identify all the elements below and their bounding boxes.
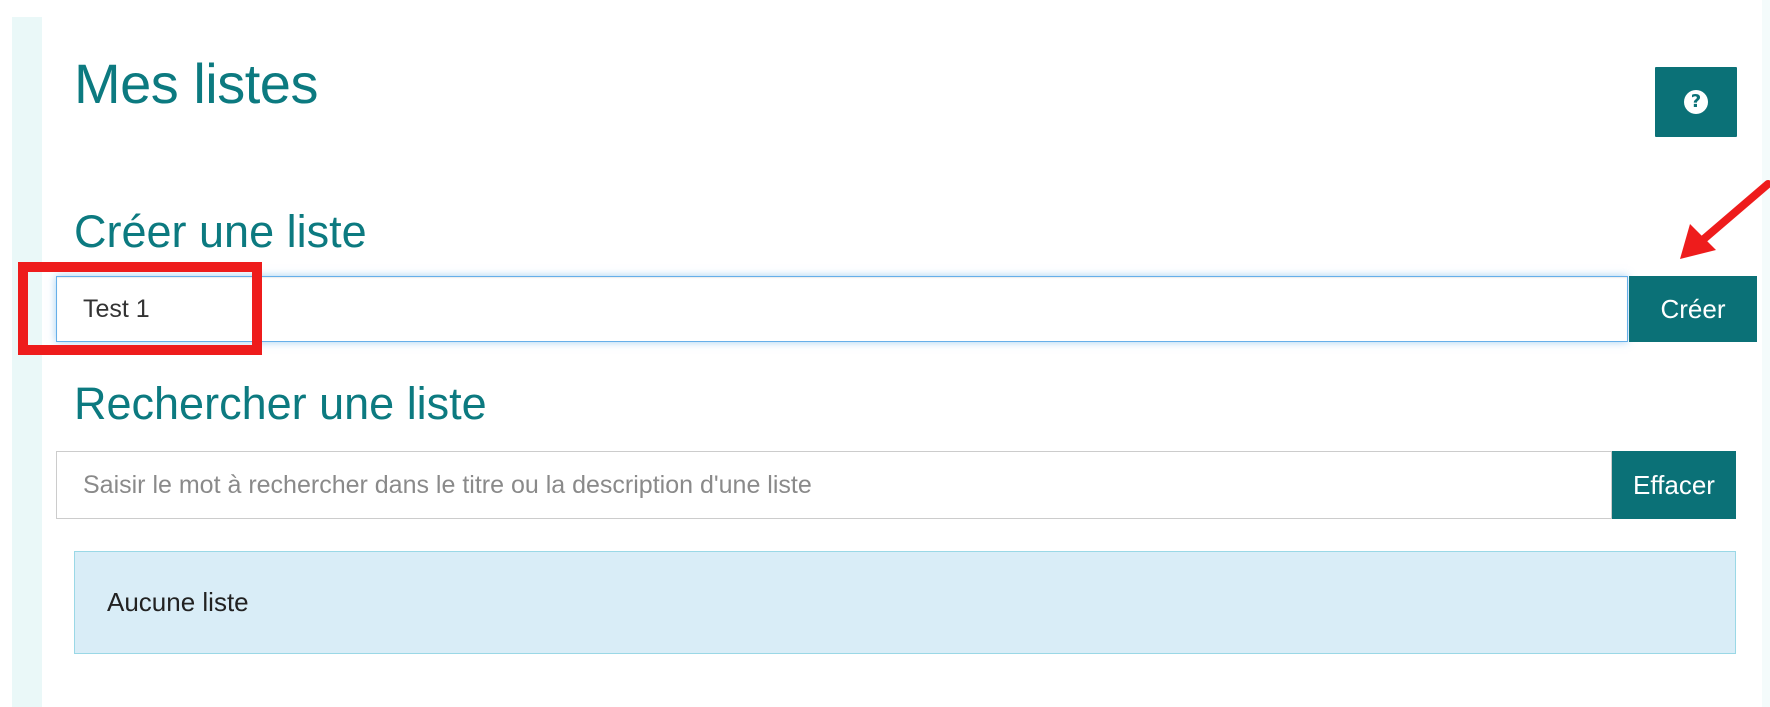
search-list-heading: Rechercher une liste: [74, 378, 487, 429]
page-title: Mes listes: [74, 52, 318, 115]
left-sidebar-strip: [12, 17, 42, 707]
red-arrow-icon: [1680, 180, 1770, 259]
create-list-input[interactable]: [56, 276, 1628, 342]
create-list-heading: Créer une liste: [74, 206, 367, 257]
help-button[interactable]: ?: [1655, 67, 1737, 137]
page: Mes listes ? Créer une liste Créer Reche…: [0, 0, 1770, 707]
right-edge-strip: [1762, 0, 1770, 707]
create-button[interactable]: Créer: [1629, 276, 1757, 342]
empty-list-message: Aucune liste: [107, 587, 249, 617]
clear-button[interactable]: Effacer: [1612, 451, 1736, 519]
search-input[interactable]: [56, 451, 1612, 519]
question-circle-icon: ?: [1684, 90, 1708, 114]
empty-list-alert: Aucune liste: [74, 551, 1736, 654]
